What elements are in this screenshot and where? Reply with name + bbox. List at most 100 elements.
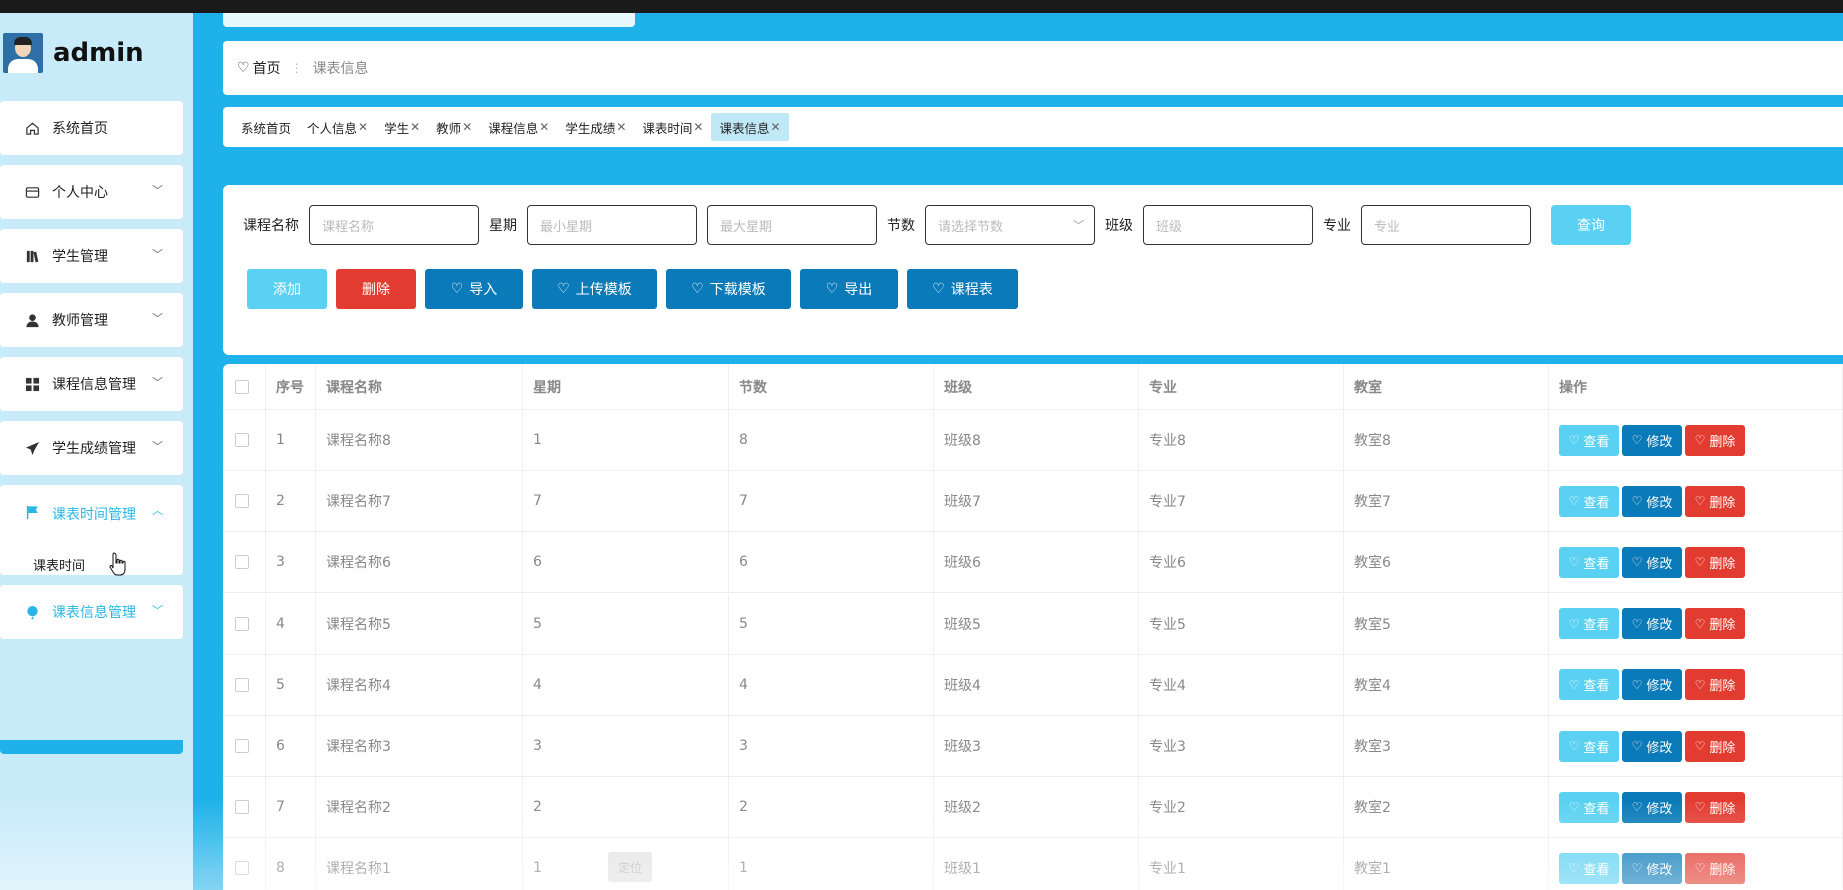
section-select[interactable]: 请选择节数 ﹀ xyxy=(925,205,1095,245)
close-icon[interactable]: ✕ xyxy=(358,120,368,134)
delete-row-button[interactable]: ♡ 删除 xyxy=(1685,730,1745,762)
row-checkbox[interactable] xyxy=(235,677,249,692)
tag-home[interactable]: 系统首页 xyxy=(233,113,299,141)
breadcrumb-home[interactable]: 首页 xyxy=(253,58,281,78)
close-icon[interactable]: ✕ xyxy=(410,120,420,134)
tag-students[interactable]: 学生 ✕ xyxy=(376,113,428,141)
sidebar-item-students[interactable]: 学生管理 ﹀ xyxy=(0,229,183,283)
view-button[interactable]: ♡ 查看 xyxy=(1559,852,1619,884)
table-cell: 课程名称4 xyxy=(316,654,523,715)
row-checkbox-cell xyxy=(223,471,266,532)
row-checkbox[interactable] xyxy=(235,433,249,447)
delete-row-button[interactable]: ♡ 删除 xyxy=(1685,485,1745,517)
tag-teachers[interactable]: 教师 ✕ xyxy=(428,113,480,141)
table-cell: 教室7 xyxy=(1344,471,1549,532)
query-button[interactable]: 查询 xyxy=(1551,205,1631,245)
edit-button[interactable]: ♡ 修改 xyxy=(1622,424,1682,456)
heart-icon: ♡ xyxy=(1631,555,1643,570)
sidebar-item-label: 学生成绩管理 xyxy=(52,441,136,457)
view-button[interactable]: ♡ 查看 xyxy=(1559,730,1619,762)
select-all-checkbox[interactable] xyxy=(235,379,249,394)
chevron-down-icon: ﹀ xyxy=(152,312,163,325)
import-button[interactable]: ♡ 导入 xyxy=(425,269,523,309)
delete-button[interactable]: 删除 xyxy=(336,269,416,309)
close-icon[interactable]: ✕ xyxy=(539,120,549,134)
edit-button[interactable]: ♡ 修改 xyxy=(1622,669,1682,701)
view-button[interactable]: ♡ 查看 xyxy=(1559,791,1619,823)
tag-schedule-time[interactable]: 课表时间 ✕ xyxy=(634,113,711,141)
heart-icon: ♡ xyxy=(1568,739,1580,753)
table-cell: 课程名称6 xyxy=(316,532,523,593)
major-input[interactable]: 专业 xyxy=(1361,205,1531,245)
table-cell: 班级6 xyxy=(934,532,1139,593)
export-button[interactable]: ♡ 导出 xyxy=(800,269,898,309)
close-icon[interactable]: ✕ xyxy=(462,120,472,134)
tag-schedule-info[interactable]: 课表信息 ✕ xyxy=(711,113,789,141)
schedule-button[interactable]: ♡ 课程表 xyxy=(907,269,1018,309)
week-min-input[interactable]: 最小星期 xyxy=(527,205,697,245)
week-max-input[interactable]: 最大星期 xyxy=(707,205,877,245)
view-button[interactable]: ♡ 查看 xyxy=(1559,608,1619,640)
delete-row-button[interactable]: ♡ 删除 xyxy=(1685,852,1745,884)
table-cell: 课程名称2 xyxy=(316,777,523,838)
delete-row-button[interactable]: ♡ 删除 xyxy=(1685,424,1745,456)
button-label: 删除 xyxy=(1709,495,1736,511)
heart-icon: ♡ xyxy=(1568,494,1580,509)
tag-courses[interactable]: 课程信息 ✕ xyxy=(480,113,557,141)
delete-row-button[interactable]: ♡ 删除 xyxy=(1685,669,1745,701)
tag-grades[interactable]: 学生成绩 ✕ xyxy=(557,113,634,141)
close-icon[interactable]: ✕ xyxy=(616,120,626,134)
view-button[interactable]: ♡ 查看 xyxy=(1559,546,1619,578)
edit-button[interactable]: ♡ 修改 xyxy=(1622,546,1682,578)
row-checkbox-cell xyxy=(223,410,266,470)
view-button[interactable]: ♡ 查看 xyxy=(1559,424,1619,456)
table-cell: 专业7 xyxy=(1139,471,1344,532)
course-name-input[interactable]: 课程名称 xyxy=(309,205,479,245)
tag-profile[interactable]: 个人信息 ✕ xyxy=(299,113,376,141)
submenu-item-schedule-time[interactable]: 课表时间 xyxy=(33,555,85,574)
button-label: 查看 xyxy=(1583,740,1610,756)
row-checkbox[interactable] xyxy=(235,555,249,570)
button-label: 删除 xyxy=(1709,740,1736,756)
view-button[interactable]: ♡ 查看 xyxy=(1559,485,1619,517)
sidebar-item-grades[interactable]: 学生成绩管理 ﹀ xyxy=(0,421,183,475)
class-input[interactable]: 班级 xyxy=(1143,205,1313,245)
avatar[interactable] xyxy=(3,33,43,73)
sidebar: admin 系统首页 个人中心 ﹀ 学生管理 ﹀ 教师管理 ﹀ 课程信息管理 ﹀… xyxy=(0,13,193,890)
row-checkbox[interactable] xyxy=(235,800,249,815)
edit-button[interactable]: ♡ 修改 xyxy=(1622,852,1682,884)
heart-icon: ♡ xyxy=(1631,677,1643,692)
table-cell: 课程名称3 xyxy=(316,716,523,776)
table-row: 6 课程名称3 3 3 班级3 专业3 教室3 ♡ 查看 ♡ 修改 ♡ 删除 xyxy=(223,716,1843,777)
edit-button[interactable]: ♡ 修改 xyxy=(1622,485,1682,517)
heart-icon: ♡ xyxy=(450,281,464,297)
table-cell: 7 xyxy=(729,471,934,532)
menu-accent-bar xyxy=(0,740,183,754)
edit-button[interactable]: ♡ 修改 xyxy=(1622,791,1682,823)
delete-row-button[interactable]: ♡ 删除 xyxy=(1685,791,1745,823)
download-template-button[interactable]: ♡ 下载模板 xyxy=(666,269,791,309)
edit-button[interactable]: ♡ 修改 xyxy=(1622,608,1682,640)
row-checkbox[interactable] xyxy=(235,616,249,631)
edit-button[interactable]: ♡ 修改 xyxy=(1622,730,1682,762)
row-checkbox[interactable] xyxy=(235,861,249,876)
sidebar-item-teachers[interactable]: 教师管理 ﹀ xyxy=(0,293,183,347)
add-button[interactable]: 添加 xyxy=(247,269,327,309)
row-checkbox[interactable] xyxy=(235,739,249,753)
sidebar-item-home[interactable]: 系统首页 xyxy=(0,101,183,155)
row-checkbox[interactable] xyxy=(235,494,249,509)
close-icon[interactable]: ✕ xyxy=(771,120,781,134)
chevron-up-icon: ︿ xyxy=(152,504,163,517)
delete-row-button[interactable]: ♡ 删除 xyxy=(1685,546,1745,578)
sidebar-item-schedule-time[interactable]: 课表时间管理 ︿ 课表时间 xyxy=(0,485,183,575)
button-label: 修改 xyxy=(1646,434,1673,450)
sidebar-item-courses[interactable]: 课程信息管理 ﹀ xyxy=(0,357,183,411)
locate-button[interactable]: 定位 xyxy=(608,852,652,882)
delete-row-button[interactable]: ♡ 删除 xyxy=(1685,608,1745,640)
upload-template-button[interactable]: ♡ 上传模板 xyxy=(532,269,657,309)
table-cell: 教室5 xyxy=(1344,593,1549,654)
sidebar-item-profile[interactable]: 个人中心 ﹀ xyxy=(0,165,183,219)
sidebar-item-schedule-info[interactable]: 课表信息管理 ﹀ xyxy=(0,585,183,639)
close-icon[interactable]: ✕ xyxy=(693,120,703,134)
view-button[interactable]: ♡ 查看 xyxy=(1559,669,1619,701)
